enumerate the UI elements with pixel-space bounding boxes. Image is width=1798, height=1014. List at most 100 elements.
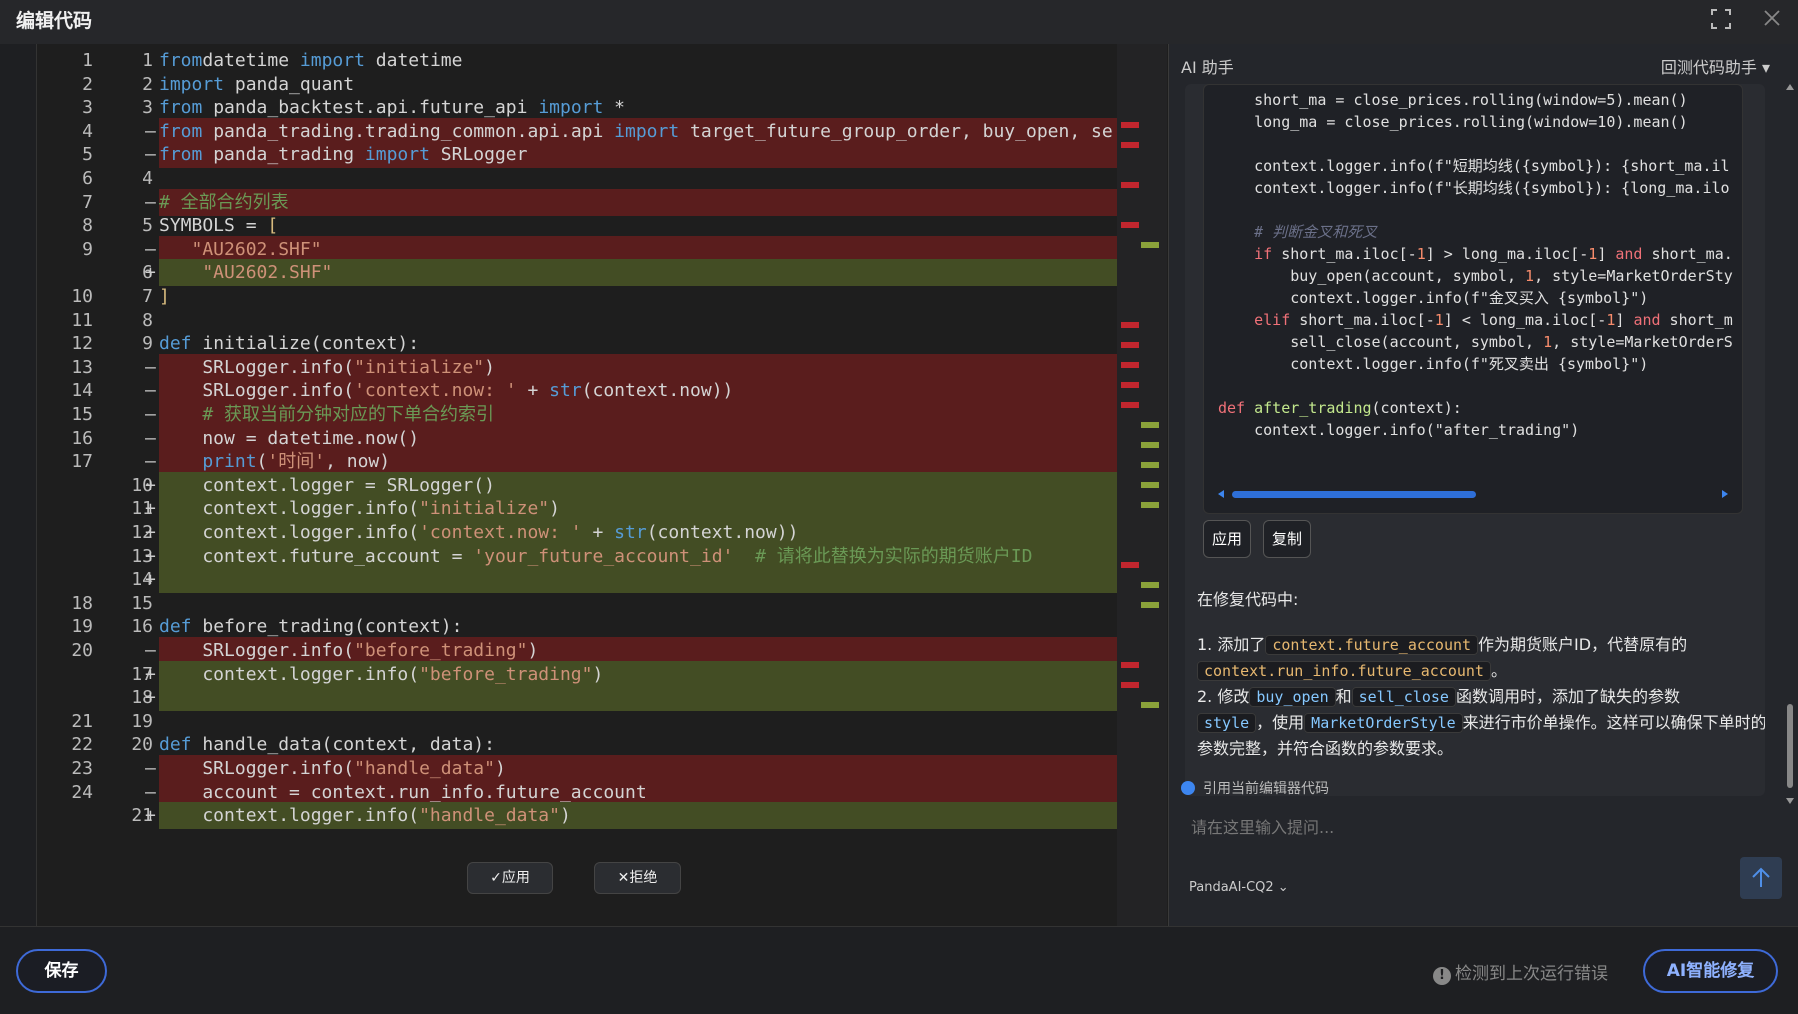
code-token: elif: [1218, 311, 1291, 329]
chat-message: short_ma = close_prices.rolling(window=5…: [1185, 84, 1765, 796]
info-icon: !: [1433, 967, 1451, 985]
accept-change-button[interactable]: ✓应用: [467, 862, 553, 894]
diff-marker: +: [145, 805, 156, 827]
send-button[interactable]: [1740, 857, 1782, 899]
code-block-line: if short_ma.iloc[-1] > long_ma.iloc[-1] …: [1218, 243, 1733, 265]
code-token: short_m: [1660, 311, 1733, 329]
code-token: import: [538, 97, 604, 119]
code-token: context.logger.info(: [159, 805, 420, 827]
reject-change-button[interactable]: ✕拒绝: [594, 862, 681, 894]
code-token: account = context.run_info.future_accoun…: [159, 781, 647, 803]
code-token: def: [159, 616, 192, 638]
code-token: context.logger.info(f"长期均线({symbol}): {l…: [1218, 179, 1730, 197]
check-icon[interactable]: [1181, 781, 1195, 795]
ai-assistant-panel: AI 助手 回测代码助手 ▾ short_ma = close_prices.r…: [1168, 44, 1798, 926]
code-token: import: [159, 73, 225, 95]
code-token: initialize(context):: [191, 333, 420, 355]
code-token: "handle_data": [419, 805, 560, 827]
code-token: (: [256, 451, 268, 473]
arrow-up-icon: [1752, 867, 1770, 887]
code-block-line: short_ma = close_prices.rolling(window=5…: [1218, 89, 1688, 111]
code-token: target_future_group_order, buy_open, se: [679, 120, 1113, 142]
code-token: ): [559, 805, 571, 827]
code-token: SYMBOLS =: [159, 215, 268, 237]
minimap-removed-mark: [1121, 222, 1139, 228]
editor-gutter: [0, 44, 37, 926]
save-button[interactable]: 保存: [16, 949, 107, 993]
code-token: *: [603, 97, 626, 119]
code-token: context.logger.info(: [159, 498, 420, 520]
code-token: context.logger.info(f"死叉卖出 {symbol}"): [1218, 355, 1649, 373]
code-chip: style: [1197, 713, 1257, 733]
code-chip: sell_close: [1351, 687, 1456, 707]
code-block-line: # 判断金叉和死叉: [1218, 221, 1377, 243]
code-token: ): [484, 356, 495, 378]
code-token: context.logger.info(f"短期均线({symbol}): {s…: [1218, 157, 1730, 175]
code-token: # 请将此替换为实际的期货账户ID: [755, 545, 1033, 567]
fix-item-2: 2. 修改 buy_open 和 sell_close 函数调用时，添加了缺失的参数 st…: [1197, 687, 1765, 758]
code-block: short_ma = close_prices.rolling(window=5…: [1203, 84, 1743, 514]
minimap-removed-mark: [1121, 362, 1139, 368]
chat-scrollbar[interactable]: [1786, 84, 1794, 804]
code-token: panda_trading.trading_common.api.api: [202, 120, 615, 142]
minimap-added-mark: [1141, 482, 1159, 488]
minimap-removed-mark: [1121, 402, 1139, 408]
apply-code-button[interactable]: 应用: [1203, 520, 1251, 558]
code-token: datetime: [364, 50, 463, 71]
panel-title: AI 助手: [1181, 58, 1234, 77]
model-select[interactable]: PandaAI-CQ2 ⌄: [1189, 880, 1289, 895]
code-token: SRLogger.info(: [159, 380, 355, 402]
minimap-added-mark: [1141, 422, 1159, 428]
code-token: # 全部合约列表: [159, 191, 289, 213]
ai-fix-button[interactable]: AI智能修复: [1643, 949, 1778, 993]
code-block-line: buy_open(account, symbol, 1, style=Marke…: [1218, 265, 1733, 287]
code-token: SRLogger.info(: [159, 758, 355, 779]
code-token: , style=MarketOrderS: [1552, 333, 1733, 351]
minimap-added-mark: [1141, 502, 1159, 508]
minimap-added-mark: [1141, 702, 1159, 708]
code-token: "initialize": [354, 356, 485, 378]
code-token: SRLogger.info(: [159, 640, 355, 661]
copy-code-button[interactable]: 复制: [1263, 520, 1311, 558]
assistant-mode-select[interactable]: 回测代码助手 ▾: [1661, 54, 1770, 78]
cite-editor-code-option[interactable]: 引用当前编辑器代码: [1181, 778, 1329, 798]
question-input[interactable]: 请在这里输入提问...: [1191, 814, 1334, 838]
code-block-line: elif short_ma.iloc[-1] < long_ma.iloc[-1…: [1218, 309, 1733, 331]
code-token: context.logger.info(: [159, 663, 420, 685]
minimap-removed-mark: [1121, 382, 1139, 388]
code-token: (context.now)): [581, 380, 734, 402]
window-title: 编辑代码: [16, 10, 93, 32]
code-token: before_trading(context):: [191, 616, 463, 638]
minimap[interactable]: [1117, 44, 1167, 926]
code-token: "AU2602.SHF": [159, 262, 333, 284]
code-token: context.logger = SRLogger(): [159, 474, 495, 496]
diff-editor[interactable]: 1 1 fromdatetime import datetime 2 2 import p…: [0, 44, 1168, 926]
code-token: and: [1633, 311, 1661, 329]
close-icon[interactable]: [1762, 8, 1782, 28]
code-token: [: [267, 215, 279, 237]
code-token: 'context.now: ': [419, 522, 582, 543]
code-hscrollbar[interactable]: [1218, 489, 1728, 499]
code-token: "initialize": [419, 498, 550, 520]
code-token: , style=MarketOrderSty: [1534, 267, 1733, 285]
code-block-line: context.logger.info(f"金叉买入 {symbol}"): [1218, 287, 1648, 309]
code-token: from: [159, 97, 203, 119]
code-token: "before_trading": [419, 663, 593, 685]
code-token: +: [581, 522, 615, 543]
code-chip: MarketOrderStyle: [1304, 713, 1463, 733]
fullscreen-icon[interactable]: [1710, 8, 1732, 30]
minimap-removed-mark: [1121, 342, 1139, 348]
code-token: 'your_future_account_id': [473, 545, 734, 567]
error-detected-notice: ! 检测到上次运行错误: [1433, 959, 1608, 985]
code-token: short_ma = close_prices.rolling(window=5…: [1218, 91, 1688, 109]
code-token: short_ma.iloc[-: [1272, 245, 1417, 263]
code-token: panda_quant: [224, 73, 355, 95]
code-token: context.logger.info("after_trading"): [1218, 421, 1580, 439]
code-token: ] > long_ma.iloc[-: [1425, 245, 1589, 263]
minimap-added-mark: [1141, 242, 1159, 248]
code-token: print: [202, 451, 257, 473]
code-token: SRLogger: [429, 144, 528, 166]
code-token: panda_trading: [202, 144, 365, 166]
code-token: , now): [325, 451, 391, 473]
